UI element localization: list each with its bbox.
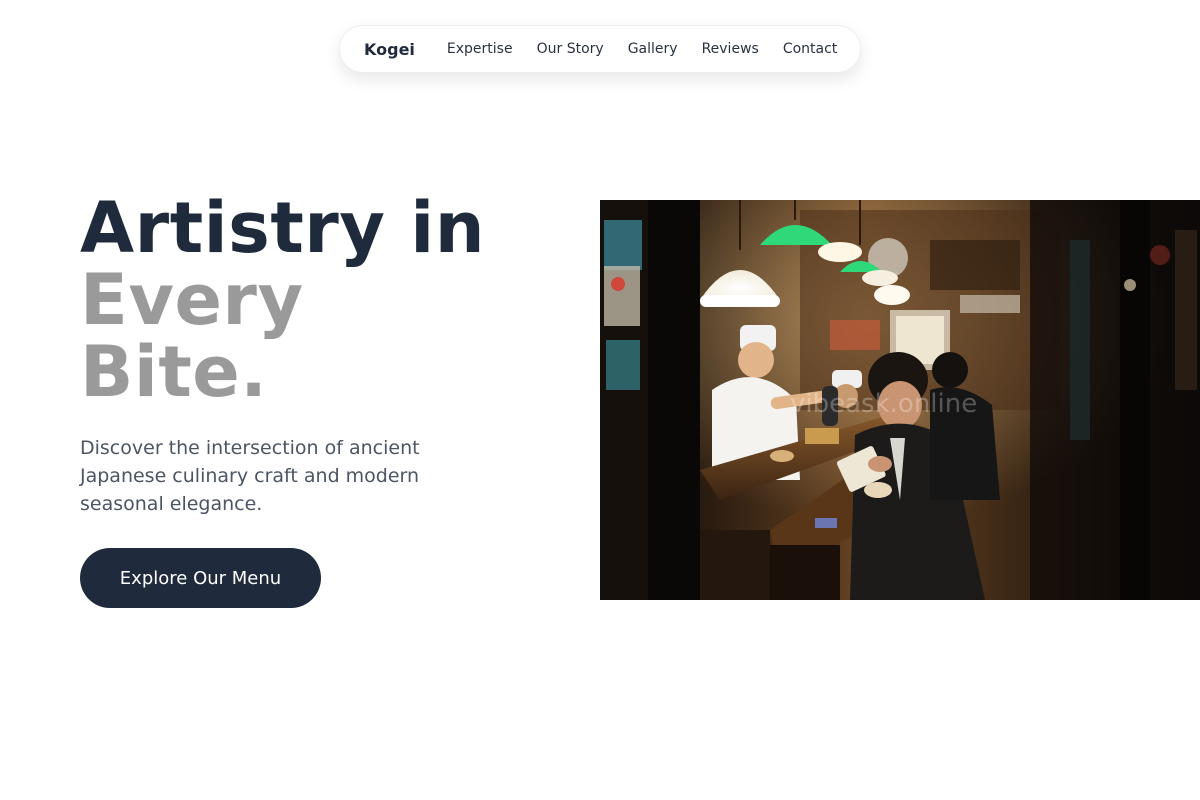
headline-line-3: Bite.	[80, 331, 268, 413]
image-watermark: vibeask.online	[790, 389, 977, 419]
nav-link-reviews[interactable]: Reviews	[702, 41, 759, 57]
nav-links: Expertise Our Story Gallery Reviews Cont…	[447, 41, 837, 57]
top-nav: Kogei Expertise Our Story Gallery Review…	[339, 25, 861, 73]
explore-menu-button[interactable]: Explore Our Menu	[80, 548, 321, 608]
hero-copy: Artistry in Every Bite. Discover the int…	[80, 192, 540, 518]
headline-line-2: Every	[80, 259, 304, 341]
brand-logo[interactable]: Kogei	[364, 40, 415, 59]
headline-line-1: Artistry in	[80, 187, 486, 269]
landing-page: Kogei Expertise Our Story Gallery Review…	[0, 0, 1200, 800]
hero-headline: Artistry in Every Bite.	[80, 192, 540, 408]
hero-subtitle: Discover the intersection of ancient Jap…	[80, 437, 420, 515]
nav-link-gallery[interactable]: Gallery	[628, 41, 678, 57]
restaurant-interior-illustration: vibeask.online	[600, 200, 1200, 600]
nav-link-our-story[interactable]: Our Story	[537, 41, 604, 57]
nav-link-expertise[interactable]: Expertise	[447, 41, 513, 57]
nav-link-contact[interactable]: Contact	[783, 41, 837, 57]
hero-restaurant-photo: vibeask.online	[600, 200, 1200, 600]
